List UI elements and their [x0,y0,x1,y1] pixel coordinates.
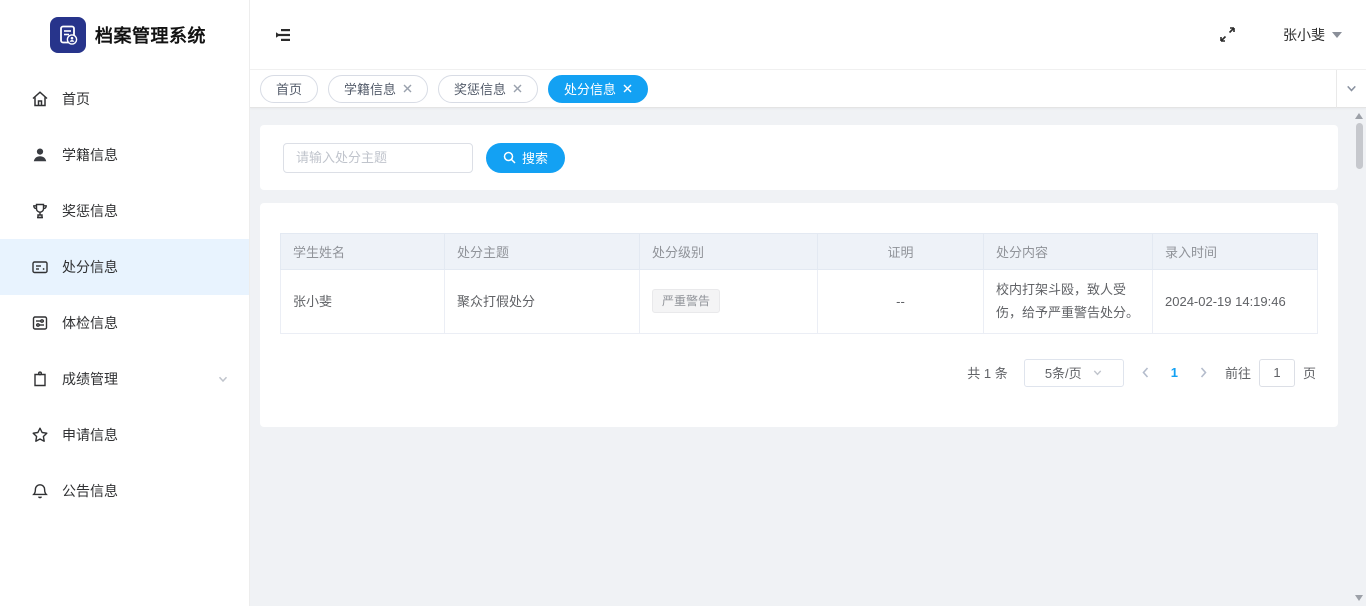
user-icon [30,145,50,165]
trophy-icon [30,201,50,221]
app-logo-icon [50,17,86,53]
sidebar-item-student-records[interactable]: 学籍信息 [0,127,249,183]
sidebar-item-health-check[interactable]: 体检信息 [0,295,249,351]
pagination-total: 共 1 条 [967,366,1008,382]
tab-rewards-punishments[interactable]: 奖惩信息 [438,74,539,103]
app-window: 档案管理系统 首页 学籍信息 奖惩信息 处分信息 体检信息 成绩管理 申请信息 … [0,0,1366,606]
prev-page-button[interactable] [1140,366,1151,379]
current-page[interactable]: 1 [1171,365,1178,380]
header-student-name: 学生姓名 [280,233,445,270]
goto-label: 前往 [1224,366,1251,382]
user-menu[interactable]: 张小斐 [1283,25,1342,45]
table-panel: 学生姓名 处分主题 处分级别 证明 处分内容 录入时间 张小斐 聚众打假处分 严… [260,203,1338,427]
cell-level: 严重警告 [639,269,818,334]
tab-overflow-button[interactable] [1336,70,1366,108]
scrollbar-thumb[interactable] [1356,123,1363,169]
level-tag: 严重警告 [652,289,721,314]
table-row: 张小斐 聚众打假处分 严重警告 -- 校内打架斗殴，致人受伤，给予严重警告处分。… [280,269,1318,334]
close-icon[interactable] [513,84,522,93]
clipboard-icon [30,369,50,389]
table-header-row: 学生姓名 处分主题 处分级别 证明 处分内容 录入时间 [280,233,1318,270]
sidebar-item-label: 成绩管理 [62,371,118,387]
star-icon [30,425,50,445]
goto-page: 前往 页 [1224,358,1316,387]
app-title: 档案管理系统 [95,26,206,46]
search-input[interactable] [283,142,473,173]
main-content: 搜索 学生姓名 处分主题 处分级别 证明 处分内容 录入时间 [250,108,1366,606]
sidebar-fold-icon[interactable] [270,22,296,48]
search-panel: 搜索 [260,125,1338,190]
tab-label: 学籍信息 [344,82,397,97]
header-time: 录入时间 [1152,233,1318,270]
sidebar-item-rewards-punishments[interactable]: 奖惩信息 [0,183,249,239]
pager: 1 [1140,365,1209,380]
caret-down-icon [1332,31,1342,38]
sidebar-item-label: 体检信息 [62,315,118,331]
health-card-icon [30,313,50,333]
page-unit-label: 页 [1302,366,1316,382]
fullscreen-icon[interactable] [1215,23,1239,47]
search-icon [503,151,516,164]
page-size-value: 5条/页 [1044,366,1082,382]
tabbar: 首页 学籍信息 奖惩信息 处分信息 [250,70,1366,108]
sidebar-item-home[interactable]: 首页 [0,71,249,127]
header-right: 张小斐 [1215,23,1342,47]
close-icon[interactable] [403,84,412,93]
tab-home[interactable]: 首页 [260,74,319,103]
sidebar: 档案管理系统 首页 学籍信息 奖惩信息 处分信息 体检信息 成绩管理 申请信息 … [0,0,250,606]
next-page-button[interactable] [1198,366,1209,379]
scroll-down-icon[interactable] [1355,595,1363,601]
user-name: 张小斐 [1283,26,1325,43]
sidebar-item-label: 处分信息 [62,259,118,275]
sidebar-item-label: 首页 [62,91,90,107]
search-button-label: 搜索 [522,151,549,166]
sidebar-item-announcements[interactable]: 公告信息 [0,463,249,519]
header-subject: 处分主题 [444,233,640,270]
vertical-scrollbar[interactable] [1352,108,1366,606]
sidebar-item-label: 学籍信息 [62,147,118,163]
pagination: 共 1 条 5条/页 1 前往 页 [280,358,1318,387]
cell-student-name: 张小斐 [280,269,445,334]
cell-proof: -- [817,269,984,334]
close-icon[interactable] [623,84,632,93]
sidebar-menu: 首页 学籍信息 奖惩信息 处分信息 体检信息 成绩管理 申请信息 公告信息 [0,70,249,519]
tab-label: 首页 [276,82,303,97]
cell-content: 校内打架斗殴，致人受伤，给予严重警告处分。 [983,269,1153,334]
sidebar-item-label: 申请信息 [62,427,118,443]
tab-discipline[interactable]: 处分信息 [548,74,649,103]
sidebar-item-grades[interactable]: 成绩管理 [0,351,249,407]
app-logo: 档案管理系统 [0,0,249,70]
header-content: 处分内容 [983,233,1153,270]
sidebar-item-applications[interactable]: 申请信息 [0,407,249,463]
tab-student-records[interactable]: 学籍信息 [328,74,429,103]
header-level: 处分级别 [639,233,818,270]
tab-label: 处分信息 [564,82,617,97]
goto-page-input[interactable] [1258,358,1295,387]
bell-icon [30,481,50,501]
cell-time: 2024-02-19 14:19:46 [1152,269,1318,334]
chevron-down-icon [1093,370,1101,376]
chevron-down-icon [217,373,229,385]
cell-subject: 聚众打假处分 [444,269,640,334]
top-header: 张小斐 [250,0,1366,70]
sidebar-item-label: 公告信息 [62,483,118,499]
home-icon [30,89,50,109]
page-size-select[interactable]: 5条/页 [1023,358,1124,387]
scroll-up-icon[interactable] [1355,113,1363,119]
discipline-table: 学生姓名 处分主题 处分级别 证明 处分内容 录入时间 张小斐 聚众打假处分 严… [280,233,1318,334]
header-proof: 证明 [817,233,984,270]
sidebar-item-discipline[interactable]: 处分信息 [0,239,249,295]
tab-label: 奖惩信息 [454,82,507,97]
form-icon [30,257,50,277]
sidebar-item-label: 奖惩信息 [62,203,118,219]
search-button[interactable]: 搜索 [486,142,566,173]
